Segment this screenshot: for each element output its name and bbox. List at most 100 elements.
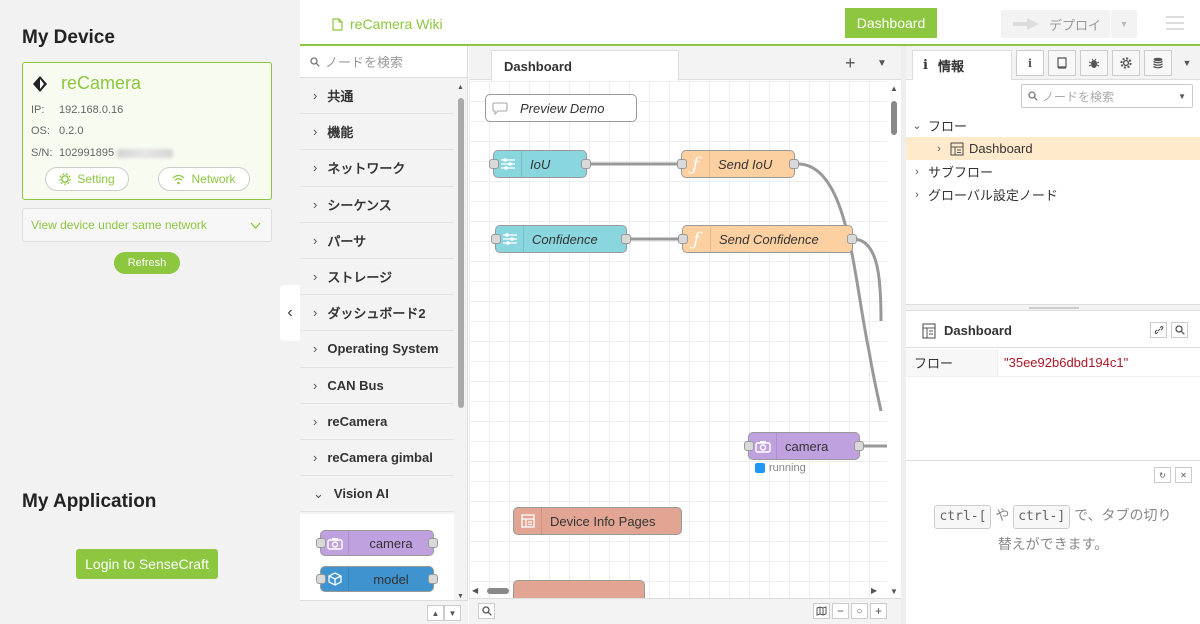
category-label: reCamera [327, 413, 388, 429]
caret-down-icon[interactable]: ▼ [1178, 92, 1186, 101]
search-icon [1028, 91, 1038, 101]
camera-status: running [755, 462, 806, 474]
network-button[interactable]: Network [158, 167, 250, 191]
node-confidence[interactable]: Confidence [491, 225, 631, 253]
chevron-right-icon: › [313, 232, 318, 248]
category-vision-ai[interactable]: ⌄ Vision AI [300, 476, 454, 513]
device-card[interactable]: reCamera IP: 192.168.0.16 OS: 0.2.0 S/N: 10… [22, 62, 272, 200]
category-label: Operating System [327, 341, 439, 357]
tab-dashboard[interactable]: Dashboard [491, 50, 679, 81]
palette-footer: ▲ ▼ [300, 600, 468, 624]
workspace-footer: − ○ + [469, 598, 901, 624]
category-storage[interactable]: › ストレージ [300, 259, 454, 296]
chevron-down-icon: ⌄ [313, 485, 324, 501]
book-icon[interactable] [1048, 50, 1076, 76]
property-value: "35ee92b6dbd194c1" [1004, 355, 1129, 370]
zoom-out-icon[interactable]: − [832, 603, 849, 619]
category-parser[interactable]: › パーサ [300, 223, 454, 259]
login-sensecraft-button[interactable]: Login to SenseCraft [76, 549, 218, 579]
search-icon[interactable] [1171, 322, 1188, 338]
category-recamera[interactable]: › reCamera [300, 404, 454, 440]
category-network[interactable]: › ネットワーク [300, 150, 454, 187]
database-icon[interactable] [1144, 50, 1172, 76]
tab-menu-icon[interactable]: ▼ [877, 58, 887, 69]
workspace-vscrollbar[interactable]: ▲ ▼ [887, 81, 901, 598]
expand-all-icon[interactable]: ▼ [444, 605, 461, 621]
chevron-right-icon: › [915, 188, 919, 201]
settings-icon[interactable] [1112, 50, 1140, 76]
category-dashboard2[interactable]: › ダッシュボード2 [300, 295, 454, 332]
sidebar-splitter[interactable] [906, 304, 1200, 311]
category-sequence[interactable]: › シーケンス [300, 187, 454, 223]
chevron-right-icon: › [313, 88, 318, 104]
wiki-link[interactable]: reCamera Wiki [332, 16, 443, 32]
tree-dashboard[interactable]: › Dashboard [906, 137, 1200, 160]
comment-preview-demo[interactable]: Preview Demo [485, 94, 637, 122]
chevron-right-icon: › [313, 341, 318, 357]
property-row-flow: フロー "35ee92b6dbd194c1" [906, 349, 1200, 377]
flow-canvas[interactable]: Preview Demo IoU ƒ Send IoU Confidence ƒ… [469, 81, 887, 598]
palette-node-model[interactable]: model [316, 566, 438, 592]
category-common[interactable]: › 共通 [300, 78, 454, 115]
sn-value: 102991895 [59, 147, 115, 159]
search-icon[interactable] [478, 603, 495, 619]
node-send-iou[interactable]: ƒ Send IoU [677, 150, 799, 178]
category-operating-system[interactable]: › Operating System [300, 331, 454, 368]
chevron-down-icon: ⌄ [912, 120, 922, 132]
kbd-next-tab: ctrl-] [1013, 505, 1071, 529]
flow-icon [922, 322, 936, 339]
tab-info[interactable]: i 情報 [912, 50, 1012, 80]
deploy-button[interactable]: デプロイ ▼ [1001, 10, 1137, 38]
refresh-icon[interactable]: ↻ [1154, 467, 1171, 483]
sidebar-menu-icon[interactable]: ▼ [1176, 50, 1198, 76]
scroll-left-icon: ◀ [472, 586, 479, 595]
deploy-dropdown-icon[interactable]: ▼ [1111, 19, 1137, 29]
node-label: Send Confidence [719, 231, 819, 247]
gear-icon [59, 173, 72, 185]
workspace: Dashboard + ▼ Preview Demo IoU ƒ Send Io… [469, 46, 901, 624]
bug-icon[interactable] [1080, 50, 1108, 76]
category-can-bus[interactable]: › CAN Bus [300, 368, 454, 404]
refresh-button[interactable]: Refresh [114, 252, 180, 274]
map-icon[interactable] [813, 603, 830, 619]
collapse-all-icon[interactable]: ▲ [427, 605, 444, 621]
scroll-down-icon: ▼ [457, 593, 464, 600]
palette-node-label: camera [369, 535, 413, 551]
zoom-in-icon[interactable]: + [870, 603, 887, 619]
editor-header: reCamera Wiki Dashboard デプロイ ▼ [300, 0, 1200, 46]
collapse-panel-button[interactable]: ‹ [280, 285, 300, 341]
category-label: パーサ [327, 233, 367, 249]
device-os-row: OS: 0.2.0 [31, 125, 83, 137]
info-icon: i [923, 58, 928, 73]
palette-node-camera[interactable]: camera [316, 530, 438, 556]
view-network-dropdown[interactable]: View device under same network [22, 208, 272, 242]
link-icon[interactable] [1150, 322, 1167, 338]
category-function[interactable]: › 機能 [300, 114, 454, 151]
chevron-right-icon: › [937, 142, 941, 155]
add-tab-icon[interactable]: + [845, 53, 856, 74]
palette-scrollbar[interactable]: ▲ ▼ [455, 84, 466, 600]
tree-label: サブフロー [928, 165, 994, 180]
hamburger-menu-icon[interactable] [1166, 16, 1184, 30]
node-camera[interactable]: camera [744, 432, 864, 460]
property-key: フロー [906, 349, 998, 376]
node-iou[interactable]: IoU [489, 150, 591, 178]
tree-global-config[interactable]: › グローバル設定ノード [906, 183, 1200, 206]
zoom-reset-icon[interactable]: ○ [851, 603, 868, 619]
info-tab-icon[interactable]: i [1016, 50, 1044, 76]
camera-status-text: running [769, 462, 806, 474]
device-sn-row: S/N: 102991895 [31, 147, 174, 159]
category-recamera-gimbal[interactable]: › reCamera gimbal [300, 440, 454, 477]
node-device-info-pages[interactable]: Device Info Pages [513, 507, 682, 535]
tree-subflows[interactable]: › サブフロー [906, 160, 1200, 183]
node-send-confidence[interactable]: ƒ Send Confidence [678, 225, 857, 253]
tree-flows[interactable]: ⌄ フロー [906, 114, 1200, 137]
palette-search[interactable]: ノードを検索 [300, 46, 467, 78]
close-icon[interactable]: ✕ [1175, 467, 1192, 483]
chevron-right-icon: › [313, 160, 318, 176]
setting-button[interactable]: Setting [45, 167, 129, 191]
workspace-hscrollbar[interactable]: ◀ ▶ [469, 584, 887, 598]
dashboard-button[interactable]: Dashboard [845, 8, 937, 38]
network-label: Network [191, 172, 236, 186]
sidebar-search[interactable]: ノードを検索 ▼ [1021, 84, 1193, 108]
